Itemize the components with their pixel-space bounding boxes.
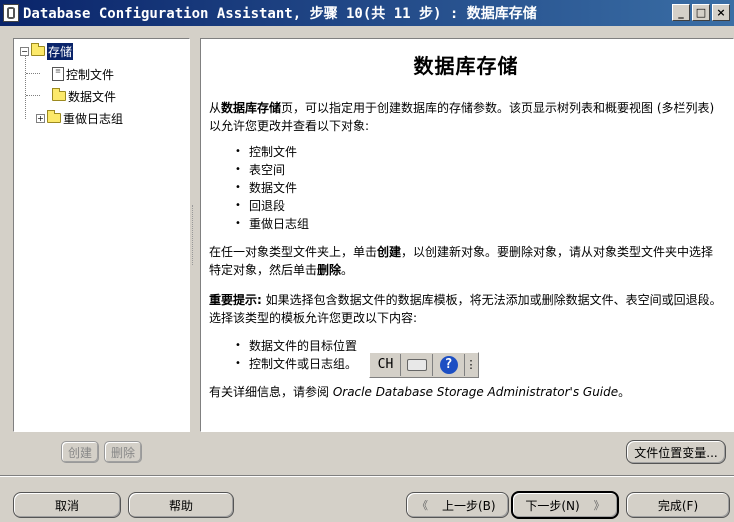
note-bold: 重要提示: (209, 293, 262, 307)
create-text: 。 (341, 263, 354, 277)
list-item: 控制文件 (235, 143, 723, 161)
next-button[interactable]: 下一步(N) 》 (511, 491, 619, 519)
page-title: 数据库存储 (413, 54, 519, 78)
list-item: 表空间 (235, 161, 723, 179)
ime-menu-icon[interactable]: ⋮ (465, 354, 477, 376)
back-arrow-icon: 《 (417, 499, 428, 512)
window-title: Database Configuration Assistant, 步骤 10(… (23, 6, 537, 22)
cancel-button[interactable]: 取消 (13, 492, 121, 518)
help-icon: ? (439, 356, 458, 374)
folder-icon (47, 110, 61, 123)
intro-paragraph: 从数据库存储页，可以指定用于创建数据库的存储参数。该页显示树列表和概要视图 (多… (209, 99, 723, 135)
storage-tree[interactable]: − 存储 ≡ 控制文件 数据文件 + 重做日志组 (13, 38, 190, 432)
template-list: 数据文件的目标位置 控制文件或日志组。 (235, 337, 723, 373)
create-text: 在任一对象类型文件夹上，单击 (209, 245, 378, 259)
divider (0, 475, 734, 477)
more-info-paragraph: 有关详细信息，请参阅 Oracle Database Storage Admin… (209, 383, 723, 401)
collapse-icon[interactable]: − (20, 46, 29, 56)
intro-bold: 数据库存储 (221, 101, 282, 115)
back-label: 上一步(B) (442, 498, 496, 513)
maximize-button[interactable]: □ (692, 4, 710, 21)
help-button[interactable]: 帮助 (128, 492, 234, 518)
back-button[interactable]: 《 上一步(B) (406, 492, 509, 518)
list-item: 回退段 (235, 197, 723, 215)
more-info-text: 有关详细信息，请参阅 (209, 385, 333, 399)
intro-prefix: 从 (209, 101, 222, 115)
tree-item-label: 重做日志组 (63, 111, 124, 126)
tree-item-storage[interactable]: − 存储 (20, 42, 74, 60)
list-item: 数据文件 (235, 179, 723, 197)
tree-connector (26, 95, 40, 96)
ime-mode-button[interactable]: CH (371, 354, 401, 376)
create-button[interactable]: 创建 (61, 441, 99, 463)
note-text: 如果选择包含数据文件的数据库模板，将无法添加或删除数据文件、表空间或回退段。选择… (209, 293, 722, 325)
delete-button[interactable]: 删除 (104, 441, 142, 463)
next-label: 下一步(N) (525, 498, 580, 513)
document-icon: ≡ (52, 67, 64, 81)
help-content-panel: 数据库存储 从数据库存储页，可以指定用于创建数据库的存储参数。该页显示树列表和概… (200, 38, 734, 432)
finish-button[interactable]: 完成(F) (626, 492, 730, 518)
minimize-button[interactable]: _ (672, 4, 690, 21)
tree-item-redo-log-groups[interactable]: + 重做日志组 (36, 109, 123, 127)
note-paragraph: 重要提示: 如果选择包含数据文件的数据库模板，将无法添加或删除数据文件、表空间或… (209, 291, 723, 327)
tree-item-label: 控制文件 (66, 67, 115, 82)
more-info-text: 。 (618, 385, 631, 399)
folder-icon (52, 88, 66, 101)
window-controls: _ □ × (672, 4, 730, 21)
list-item: 数据文件的目标位置 (235, 337, 723, 355)
intro-text: 页，可以指定用于创建数据库的存储参数。该页显示树列表和概要视图 (多栏列表) 以… (209, 101, 715, 133)
panel-splitter[interactable] (192, 205, 196, 265)
ime-help-button[interactable]: ? (433, 354, 465, 376)
tree-item-data-files[interactable]: 数据文件 (52, 87, 116, 105)
title-bar[interactable]: Database Configuration Assistant, 步骤 10(… (0, 0, 734, 26)
tree-item-label: 数据文件 (68, 89, 117, 104)
tree-connector (25, 55, 26, 119)
folder-open-icon (31, 43, 45, 56)
create-delete-paragraph: 在任一对象类型文件夹上，单击创建，以创建新对象。要删除对象，请从对象类型文件夹中… (209, 243, 723, 279)
create-bold: 创建 (377, 245, 402, 259)
tree-connector (26, 73, 40, 74)
file-location-variables-button[interactable]: 文件位置变量... (626, 440, 726, 464)
database-icon (3, 4, 19, 22)
expand-icon[interactable]: + (36, 113, 45, 123)
keyboard-icon[interactable] (401, 354, 433, 376)
delete-bold: 删除 (317, 263, 342, 277)
list-item: 重做日志组 (235, 215, 723, 233)
next-arrow-icon: 》 (593, 499, 605, 512)
list-item: 控制文件或日志组。 (235, 355, 723, 373)
ime-toolbar[interactable]: CH ? ⋮ (369, 352, 479, 378)
close-button[interactable]: × (712, 4, 730, 21)
tree-item-label: 存储 (47, 42, 74, 60)
object-list: 控制文件 表空间 数据文件 回退段 重做日志组 (235, 143, 723, 233)
tree-item-control-files[interactable]: ≡ 控制文件 (52, 65, 114, 83)
guide-title: Oracle Database Storage Administrator's … (332, 385, 619, 399)
